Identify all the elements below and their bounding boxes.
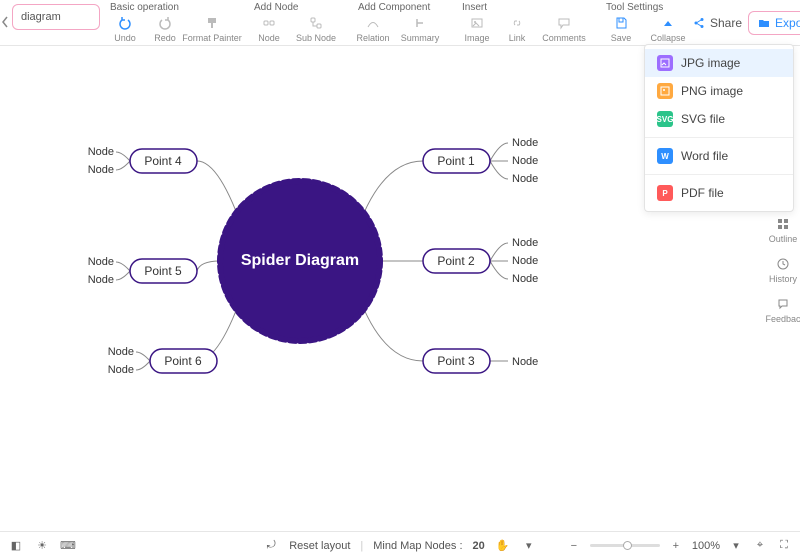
- point-1[interactable]: Point 1: [423, 149, 490, 173]
- chevron-down-icon[interactable]: ▾: [521, 538, 537, 554]
- undo-icon: [117, 15, 133, 31]
- image-icon: [469, 15, 485, 31]
- fit-screen-icon[interactable]: ⌖: [752, 538, 768, 554]
- leaf-node[interactable]: Node: [108, 346, 134, 358]
- group-add-component: Add Component Relation Summary: [356, 0, 444, 45]
- back-button[interactable]: [0, 0, 10, 44]
- zoom-slider[interactable]: [590, 544, 660, 547]
- collapse-button[interactable]: Collapse: [644, 15, 692, 43]
- export-png[interactable]: PNG image: [645, 77, 793, 105]
- group-label: Add Component: [356, 2, 444, 13]
- insert-link-button[interactable]: Link: [500, 15, 534, 43]
- share-button[interactable]: Share: [692, 16, 742, 30]
- summary-button[interactable]: Summary: [396, 15, 444, 43]
- leaf-node[interactable]: Node: [512, 137, 538, 149]
- group-label: Basic operation: [108, 2, 236, 13]
- leaf-node[interactable]: Node: [88, 164, 114, 176]
- png-icon: [657, 83, 673, 99]
- point-5[interactable]: Point 5: [130, 259, 197, 283]
- svg-text:Point 4: Point 4: [144, 154, 182, 168]
- relation-button[interactable]: Relation: [356, 15, 390, 43]
- svg-text:Point 6: Point 6: [164, 354, 202, 368]
- undo-button[interactable]: Undo: [108, 15, 142, 43]
- hand-tool-icon[interactable]: ✋: [495, 538, 511, 554]
- save-icon: [613, 15, 629, 31]
- leaf-node[interactable]: Node: [88, 274, 114, 286]
- svg-text:Point 3: Point 3: [437, 354, 475, 368]
- fullscreen-icon[interactable]: ⛶: [776, 538, 792, 554]
- subnode-icon: [308, 15, 324, 31]
- save-button[interactable]: Save: [604, 15, 638, 43]
- chevron-down-icon[interactable]: ▾: [728, 538, 744, 554]
- svg-text:Point 5: Point 5: [144, 264, 182, 278]
- summary-icon: [412, 15, 428, 31]
- export-icon: [757, 16, 771, 30]
- format-painter-icon: [204, 15, 220, 31]
- leaf-node[interactable]: Node: [108, 364, 134, 376]
- leaf-node[interactable]: Node: [512, 173, 538, 185]
- document-title-text: diagram: [21, 11, 61, 23]
- theme-keyboard-icon[interactable]: ⌨: [60, 538, 76, 554]
- bottom-bar: ◧ ☀ ⌨ ⤾ Reset layout | Mind Map Nodes : …: [0, 531, 800, 559]
- reset-layout-label[interactable]: Reset layout: [289, 540, 350, 552]
- leaf-node[interactable]: Node: [512, 155, 538, 167]
- export-pdf[interactable]: P PDF file: [645, 179, 793, 207]
- point-2[interactable]: Point 2: [423, 249, 490, 273]
- group-label: Insert: [460, 2, 588, 13]
- svg-text:Point 2: Point 2: [437, 254, 475, 268]
- insert-image-button[interactable]: Image: [460, 15, 494, 43]
- export-menu: JPG image PNG image SVG SVG file W Word …: [644, 44, 794, 212]
- center-node[interactable]: Spider Diagram: [241, 252, 359, 269]
- export-word[interactable]: W Word file: [645, 142, 793, 170]
- collapse-icon: [660, 15, 676, 31]
- node-icon: [261, 15, 277, 31]
- relation-icon: [365, 15, 381, 31]
- word-icon: W: [657, 148, 673, 164]
- leaf-node[interactable]: Node: [512, 356, 538, 368]
- export-jpg[interactable]: JPG image: [645, 49, 793, 77]
- pdf-icon: P: [657, 185, 673, 201]
- point-4[interactable]: Point 4: [130, 149, 197, 173]
- zoom-value: 100%: [692, 540, 720, 552]
- point-6[interactable]: Point 6: [150, 349, 217, 373]
- insert-comments-button[interactable]: Comments: [540, 15, 588, 43]
- mindmap-nodes-value: 20: [473, 540, 485, 552]
- export-button[interactable]: Export: [748, 11, 800, 35]
- point-3[interactable]: Point 3: [423, 349, 490, 373]
- add-node-button[interactable]: Node: [252, 15, 286, 43]
- group-insert: Insert Image Link Comments: [460, 0, 588, 45]
- group-add-node: Add Node Node Sub Node: [252, 0, 340, 45]
- export-svg[interactable]: SVG SVG file: [645, 105, 793, 133]
- redo-icon: [157, 15, 173, 31]
- group-tool-settings: Tool Settings Save Collapse: [604, 0, 692, 45]
- svg-text:Point 1: Point 1: [437, 154, 475, 168]
- share-icon: [692, 16, 706, 30]
- group-basic-operation: Basic operation Undo Redo Format Painter: [108, 0, 236, 45]
- link-icon: [509, 15, 525, 31]
- leaf-node[interactable]: Node: [88, 146, 114, 158]
- theme-light-icon[interactable]: ◧: [8, 538, 24, 554]
- leaf-node[interactable]: Node: [512, 273, 538, 285]
- add-subnode-button[interactable]: Sub Node: [292, 15, 340, 43]
- comments-icon: [556, 15, 572, 31]
- leaf-node[interactable]: Node: [512, 237, 538, 249]
- leaf-node[interactable]: Node: [88, 256, 114, 268]
- zoom-out-button[interactable]: −: [566, 538, 582, 554]
- svg-icon: SVG: [657, 111, 673, 127]
- format-painter-button[interactable]: Format Painter: [188, 15, 236, 43]
- top-toolbar: diagram Basic operation Undo Redo Format…: [0, 0, 800, 46]
- mindmap-nodes-label: Mind Map Nodes :: [373, 540, 462, 552]
- group-label: Tool Settings: [604, 2, 692, 13]
- leaf-node[interactable]: Node: [512, 255, 538, 267]
- group-label: Add Node: [252, 2, 340, 13]
- jpg-icon: [657, 55, 673, 71]
- document-title[interactable]: diagram: [12, 4, 100, 30]
- zoom-in-button[interactable]: +: [668, 538, 684, 554]
- theme-sun-icon[interactable]: ☀: [34, 538, 50, 554]
- redo-button[interactable]: Redo: [148, 15, 182, 43]
- reset-layout-icon[interactable]: ⤾: [263, 538, 279, 554]
